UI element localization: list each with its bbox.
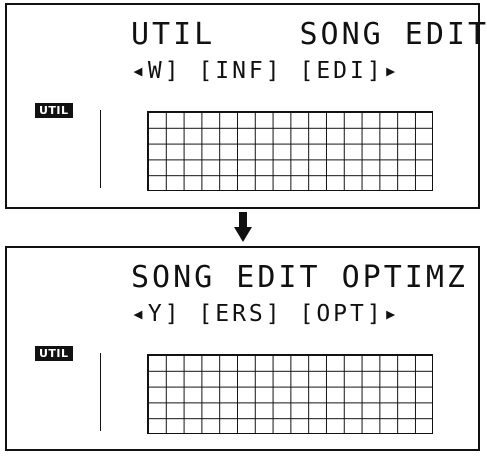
lcd-title: UTIL SONG EDIT xyxy=(131,17,487,52)
util-badge: UTIL xyxy=(35,346,73,361)
lcd-pixel-grid xyxy=(147,111,433,191)
lcd-menu-tabs: ◂Y] [ERS] [OPT]▸ xyxy=(131,301,401,327)
lcd-pixel-grid xyxy=(147,354,433,434)
divider-line xyxy=(100,353,101,431)
lcd-screen-song-edit-optimize: SONG EDIT OPTIMZ ◂Y] [ERS] [OPT]▸ UTIL xyxy=(5,246,480,451)
lcd-menu-tabs: ◂W] [INF] [EDI]▸ xyxy=(131,58,401,84)
down-arrow-icon xyxy=(234,212,252,242)
divider-line xyxy=(100,110,101,188)
util-badge: UTIL xyxy=(35,103,73,118)
lcd-title: SONG EDIT OPTIMZ xyxy=(131,260,468,295)
lcd-screen-util-song-edit: UTIL SONG EDIT ◂W] [INF] [EDI]▸ UTIL xyxy=(5,3,486,209)
